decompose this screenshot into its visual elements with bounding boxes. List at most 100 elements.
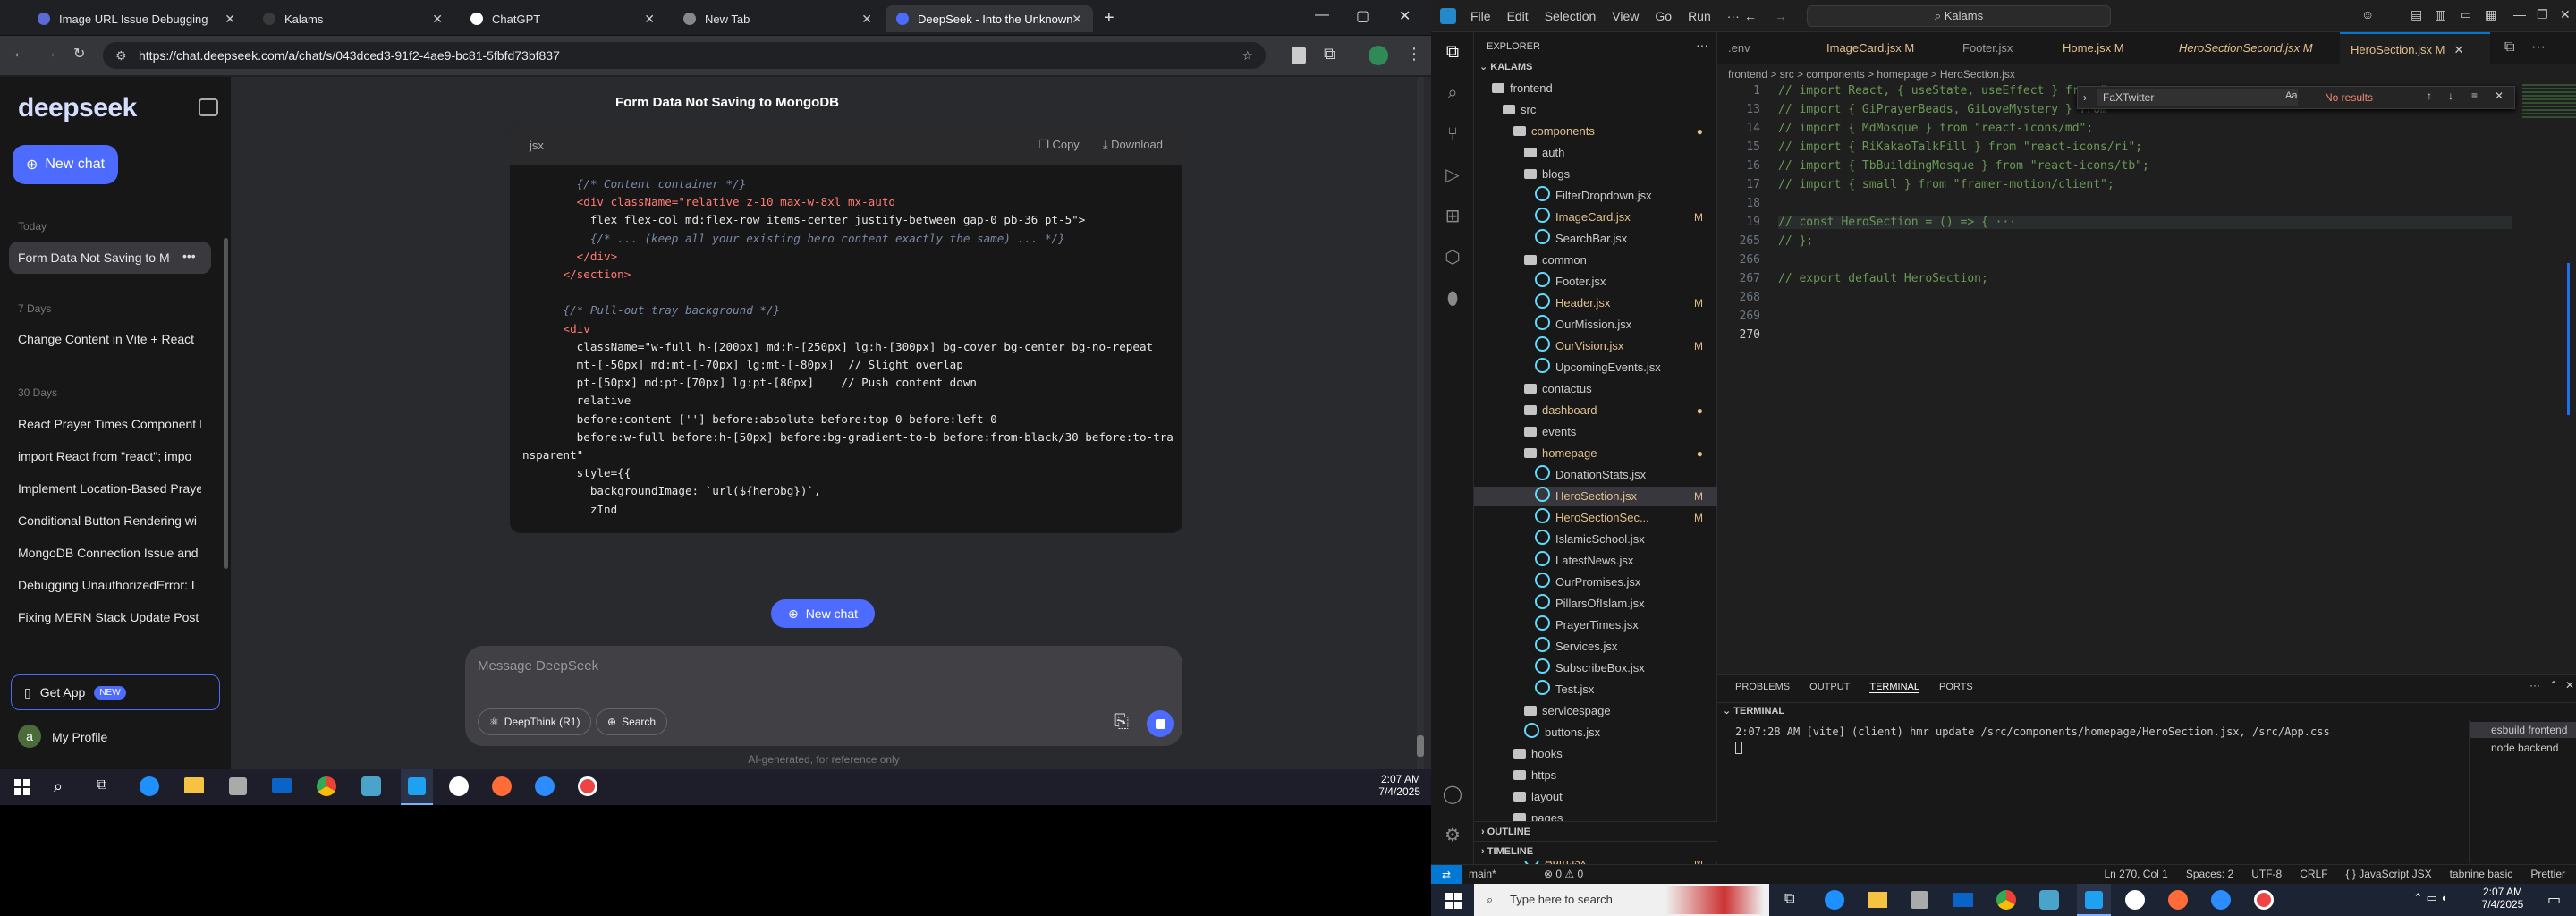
- status-item[interactable]: CRLF: [2300, 868, 2327, 880]
- terminal-list-item[interactable]: esbuild frontend: [2491, 724, 2567, 736]
- status-item[interactable]: Ln 270, Col 1: [2104, 868, 2167, 880]
- menu-item[interactable]: Selection: [1545, 9, 1597, 23]
- extensions-icon[interactable]: ⊞: [1442, 206, 1463, 227]
- tree-file[interactable]: HeroSection.jsx M: [1474, 487, 1717, 506]
- windows-start-icon[interactable]: [14, 779, 30, 795]
- panel-tab[interactable]: OUTPUT: [1809, 682, 1850, 692]
- tree-file[interactable]: LatestNews.jsx: [1474, 551, 1717, 571]
- edge-icon[interactable]: [140, 776, 159, 796]
- tree-file[interactable]: SubscribeBox.jsx: [1474, 658, 1717, 678]
- close-icon[interactable]: ✕: [2565, 679, 2574, 691]
- close-window-button[interactable]: ✕: [2560, 7, 2571, 22]
- tree-file[interactable]: IslamicSchool.jsx: [1474, 530, 1717, 549]
- more-options-icon[interactable]: •••: [182, 249, 196, 263]
- secondary-sidebar-icon[interactable]: ▦: [2485, 7, 2496, 22]
- panel-tab[interactable]: TERMINAL: [1869, 682, 1919, 693]
- tree-file[interactable]: PrayerTimes.jsx: [1474, 615, 1717, 635]
- close-icon[interactable]: ✕: [644, 12, 655, 27]
- layout-icon[interactable]: ▤: [2411, 7, 2422, 22]
- history-item[interactable]: Change Content in Vite + React: [18, 332, 201, 346]
- tree-file[interactable]: OurVision.jsx M: [1474, 336, 1717, 356]
- tree-file[interactable]: OurMission.jsx: [1474, 315, 1717, 335]
- code-line[interactable]: // const HeroSection = () => { ···: [1778, 216, 2512, 229]
- tree-file[interactable]: buttons.jsx: [1474, 723, 1717, 742]
- site-info-icon[interactable]: ⚙: [115, 42, 127, 69]
- chevron-right-icon[interactable]: ›: [2083, 91, 2087, 104]
- chrome-icon[interactable]: [317, 776, 336, 796]
- store-icon[interactable]: [1911, 891, 1928, 909]
- url-input[interactable]: ⚙ https://chat.deepseek.com/a/chat/s/043d…: [103, 42, 1266, 69]
- tree-file[interactable]: DonationStats.jsx: [1474, 465, 1717, 485]
- close-icon[interactable]: ✕: [861, 12, 872, 27]
- tree-folder[interactable]: blogs: [1474, 165, 1717, 184]
- code-line[interactable]: // };: [1778, 234, 1813, 248]
- app-icon[interactable]: [2039, 890, 2059, 910]
- history-item[interactable]: Debugging UnauthorizedError: I: [18, 578, 201, 592]
- more-actions-icon[interactable]: ···: [2529, 679, 2540, 691]
- chrome-menu-icon[interactable]: ⋮: [1406, 45, 1422, 64]
- close-icon[interactable]: ✕: [225, 12, 235, 27]
- problems-indicator[interactable]: ⊗ 0 ⚠ 0: [1544, 868, 1583, 880]
- app-icon[interactable]: [449, 776, 469, 796]
- close-icon[interactable]: ✕: [432, 12, 443, 27]
- main-scrollbar[interactable]: [1417, 77, 1424, 778]
- tree-file[interactable]: Test.jsx: [1474, 680, 1717, 700]
- find-input[interactable]: FaXTwitter: [2097, 89, 2298, 106]
- minimap[interactable]: [2522, 84, 2576, 120]
- editor-tab[interactable]: .env: [1717, 32, 1816, 64]
- edge-icon[interactable]: [1825, 890, 1844, 910]
- tree-file[interactable]: FilterDropdown.jsx: [1474, 186, 1717, 206]
- download-button[interactable]: ⤓ Download: [1103, 138, 1163, 152]
- extension-icon[interactable]: [1292, 47, 1306, 64]
- next-match-icon[interactable]: ↓: [2448, 89, 2453, 102]
- nav-forward-icon[interactable]: →: [1775, 9, 1787, 23]
- status-item[interactable]: tabnine basic: [2450, 868, 2513, 880]
- tree-file[interactable]: Header.jsx M: [1474, 293, 1717, 313]
- tree-file[interactable]: Footer.jsx: [1474, 272, 1717, 292]
- tree-folder[interactable]: src: [1474, 100, 1717, 120]
- vscode-taskbar-button[interactable]: [401, 769, 433, 805]
- history-item[interactable]: React Prayer Times Component I: [18, 417, 201, 431]
- settings-gear-icon[interactable]: ⚙: [1442, 825, 1463, 846]
- zoom-icon[interactable]: [2211, 890, 2231, 910]
- search-toggle[interactable]: ⊕ Search: [596, 708, 668, 735]
- nav-back-icon[interactable]: ←: [1744, 9, 1757, 23]
- notification-icon[interactable]: ▭: [2547, 891, 2561, 909]
- tree-file[interactable]: PillarsOfIslam.jsx: [1474, 594, 1717, 614]
- menu-item[interactable]: File: [1470, 9, 1491, 23]
- search-icon[interactable]: ⌕: [54, 777, 63, 796]
- sidebar-toggle-icon[interactable]: ▥: [2435, 7, 2446, 22]
- find-in-selection-icon[interactable]: ≡: [2471, 89, 2478, 102]
- tree-folder[interactable]: homepage ●: [1474, 444, 1717, 463]
- code-line[interactable]: // import { MdMosque } from "react-icons…: [1778, 122, 2093, 135]
- search-icon[interactable]: ⌕: [1442, 82, 1463, 104]
- mail-icon[interactable]: [1953, 893, 1973, 907]
- minimize-button[interactable]: —: [1315, 7, 1329, 23]
- more-actions-icon[interactable]: ···: [1696, 38, 1708, 52]
- code-line[interactable]: // import React, { useState, useEffect }…: [1778, 84, 2122, 98]
- copy-button[interactable]: ❐ Copy: [1038, 138, 1080, 152]
- menu-item[interactable]: View: [1612, 9, 1639, 23]
- deepthink-toggle[interactable]: ⚛ DeepThink (R1): [478, 708, 592, 735]
- tree-folder[interactable]: layout: [1474, 787, 1717, 807]
- editor-tab[interactable]: Home.jsx M: [2052, 32, 2166, 64]
- attach-icon[interactable]: ⎘: [1114, 712, 1129, 733]
- tree-folder[interactable]: auth: [1474, 143, 1717, 163]
- tab-kalams[interactable]: Kalams ✕: [252, 5, 453, 32]
- tree-file[interactable]: ImageCard.jsx M: [1474, 208, 1717, 227]
- split-editor-icon[interactable]: ⧉: [2504, 39, 2514, 55]
- previous-match-icon[interactable]: ↑: [2427, 89, 2432, 102]
- history-item[interactable]: Fixing MERN Stack Update Post I: [18, 610, 201, 624]
- tab-chatgpt[interactable]: ChatGPT ✕: [460, 5, 665, 32]
- tree-folder[interactable]: frontend: [1474, 79, 1717, 98]
- chrome-icon[interactable]: [1996, 890, 2016, 910]
- bookmark-star-icon[interactable]: ☆: [1241, 42, 1253, 69]
- tree-folder[interactable]: common: [1474, 250, 1717, 270]
- app-icon[interactable]: [361, 776, 381, 796]
- my-profile-link[interactable]: My Profile: [52, 730, 107, 744]
- close-icon[interactable]: ✕: [2495, 89, 2504, 102]
- command-center-search[interactable]: ⌕ Kalams: [1807, 5, 2111, 27]
- editor-tab[interactable]: HeroSectionSecond.jsx M: [2168, 32, 2338, 64]
- file-explorer-icon[interactable]: [184, 777, 204, 793]
- code-line[interactable]: // import { small } from "framer-motion/…: [1778, 178, 2114, 191]
